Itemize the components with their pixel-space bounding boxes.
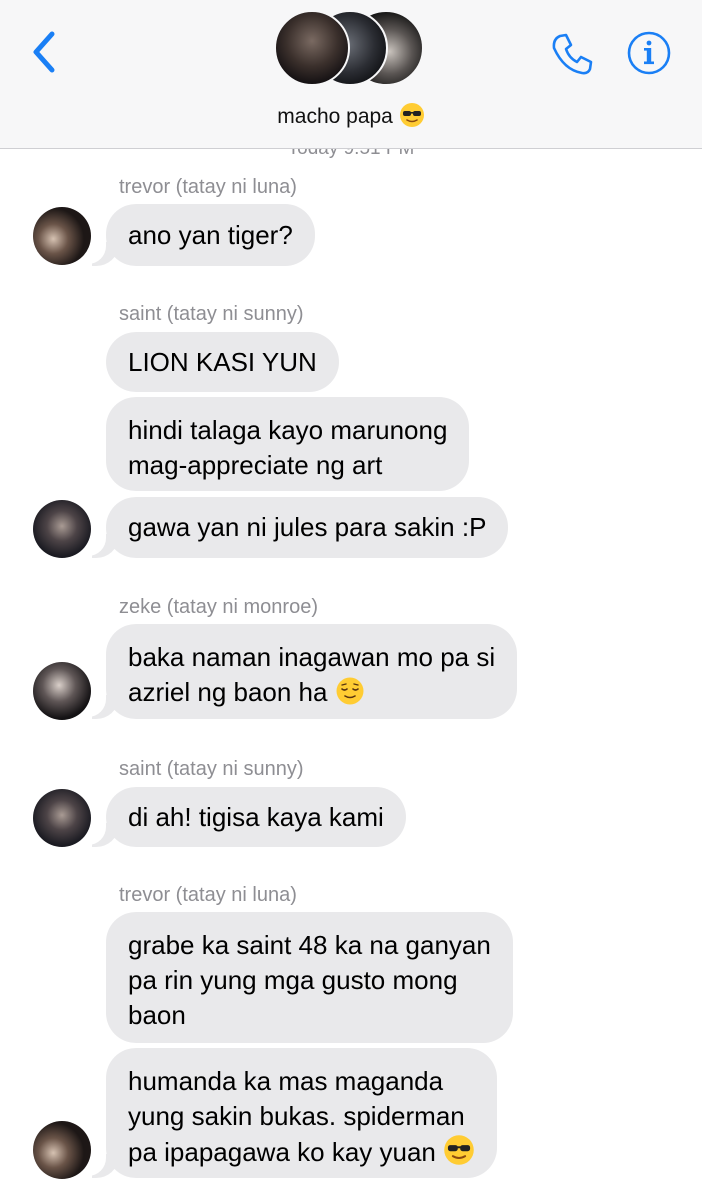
message-line-text: azriel ng baon ha: [128, 677, 328, 707]
message-text: di ah! tigisa kaya kami: [128, 802, 384, 832]
message-line: yung sakin bukas. spiderman: [128, 1101, 465, 1131]
message-bubble[interactable]: baka naman inagawan mo pa si azriel ng b…: [106, 624, 518, 719]
message-bubble[interactable]: grabe ka saint 48 ka na ganyan pa rin yu…: [106, 912, 513, 1043]
sender-name: saint (tatay ni sunny): [119, 758, 304, 780]
message-bubble[interactable]: hindi talaga kayo marunong mag-appreciat…: [106, 397, 470, 491]
avatar[interactable]: [33, 500, 91, 558]
sender-name: zeke (tatay ni monroe): [119, 596, 318, 618]
message-line: pa ipapagawa ko kay yuan: [128, 1134, 475, 1175]
sunglasses-emoji-icon: [443, 1134, 475, 1175]
avatar[interactable]: [33, 789, 91, 847]
message-line: baka naman inagawan mo pa si: [128, 642, 496, 672]
message-line-text: pa ipapagawa ko kay yuan: [128, 1137, 436, 1167]
bubble-tail: [80, 819, 118, 847]
bubble-tail: [80, 530, 118, 558]
message-text: gawa yan ni jules para sakin :P: [128, 512, 487, 542]
sunglasses-emoji-icon: [399, 102, 425, 134]
sender-name: saint (tatay ni sunny): [119, 303, 304, 325]
message-text: LION KASI YUN: [128, 347, 317, 377]
group-name-row[interactable]: macho papa: [0, 102, 702, 134]
message-line: pa rin yung mga gusto mong: [128, 965, 458, 995]
message-bubble[interactable]: gawa yan ni jules para sakin :P: [106, 497, 509, 558]
message-line: hindi talaga kayo marunong: [128, 415, 448, 445]
conversation-header: macho papa: [0, 0, 702, 149]
avatar[interactable]: [33, 662, 91, 720]
group-avatar-stack[interactable]: [272, 8, 432, 88]
group-name: macho papa: [277, 105, 393, 128]
bubble-tail: [80, 691, 118, 719]
avatar[interactable]: [33, 207, 91, 265]
message-line: baon: [128, 1000, 186, 1030]
message-line: grabe ka saint 48 ka na ganyan: [128, 930, 491, 960]
message-bubble[interactable]: ano yan tiger?: [106, 204, 315, 266]
phone-icon[interactable]: [548, 30, 596, 78]
message-line: azriel ng baon ha: [128, 675, 495, 715]
bubble-tail: [80, 1150, 118, 1178]
message-text: ano yan tiger?: [128, 220, 293, 250]
message-bubble[interactable]: di ah! tigisa kaya kami: [106, 787, 406, 847]
bubble-tail: [80, 238, 118, 266]
message-bubble[interactable]: humanda ka mas maganda yung sakin bukas.…: [106, 1048, 498, 1178]
message-line: humanda ka mas maganda: [128, 1066, 444, 1096]
avatar[interactable]: [33, 1121, 91, 1179]
relieved-face-emoji-icon: [335, 676, 365, 715]
info-icon[interactable]: [626, 30, 672, 76]
sender-name: trevor (tatay ni luna): [119, 884, 297, 906]
message-bubble[interactable]: LION KASI YUN: [106, 332, 339, 392]
sender-name: trevor (tatay ni luna): [119, 176, 297, 198]
back-chevron-icon[interactable]: [26, 28, 66, 76]
message-line: mag-appreciate ng art: [128, 450, 383, 480]
group-member-avatar: [274, 10, 350, 86]
